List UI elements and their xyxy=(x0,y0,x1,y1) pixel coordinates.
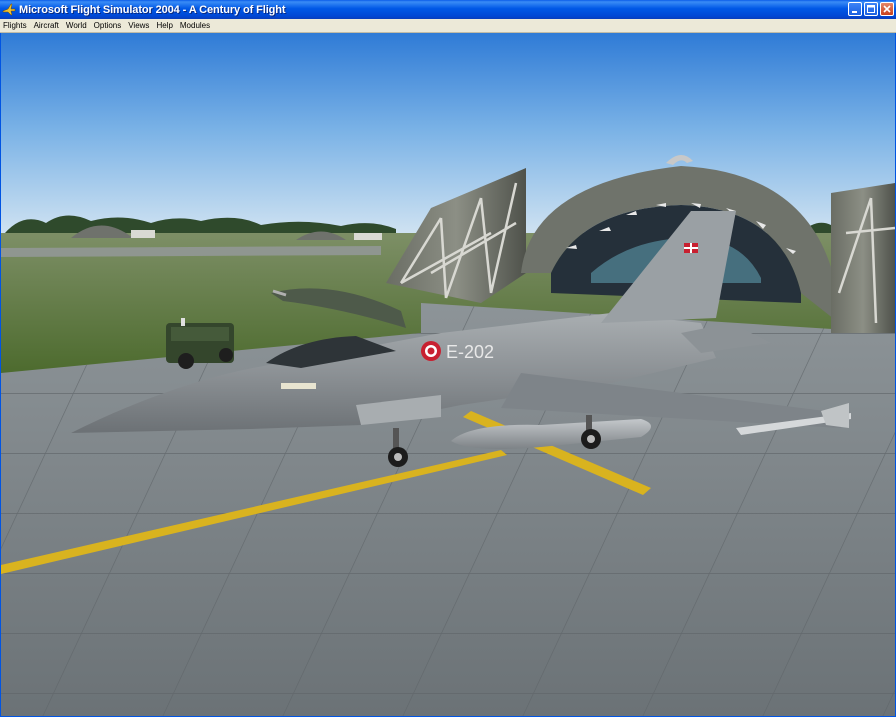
close-button[interactable] xyxy=(880,2,894,16)
3d-scene-viewport[interactable]: E-202 xyxy=(1,33,895,716)
close-icon xyxy=(883,5,891,13)
menu-views[interactable]: Views xyxy=(125,19,153,33)
scene-render: E-202 xyxy=(1,33,895,716)
maximize-button[interactable] xyxy=(864,2,878,16)
title-bar[interactable]: Microsoft Flight Simulator 2004 - A Cent… xyxy=(0,0,896,19)
menu-bar: Flights Aircraft World Options Views Hel… xyxy=(0,19,896,33)
maximize-icon xyxy=(867,5,875,13)
title-buttons xyxy=(848,2,894,16)
fs-plane-icon xyxy=(2,3,16,17)
menu-help[interactable]: Help xyxy=(153,19,176,33)
minimize-icon xyxy=(852,11,857,13)
menu-modules[interactable]: Modules xyxy=(177,19,214,33)
aircraft-code-label: E-202 xyxy=(446,342,494,362)
window-title: Microsoft Flight Simulator 2004 - A Cent… xyxy=(19,3,286,16)
app-window: Microsoft Flight Simulator 2004 - A Cent… xyxy=(0,0,896,717)
menu-options[interactable]: Options xyxy=(91,19,126,33)
ground-power-cart xyxy=(166,318,234,369)
menu-aircraft[interactable]: Aircraft xyxy=(31,19,63,33)
menu-flights[interactable]: Flights xyxy=(0,19,31,33)
minimize-button[interactable] xyxy=(848,2,862,16)
menu-world[interactable]: World xyxy=(63,19,91,33)
hangar-right-wall xyxy=(831,183,895,333)
